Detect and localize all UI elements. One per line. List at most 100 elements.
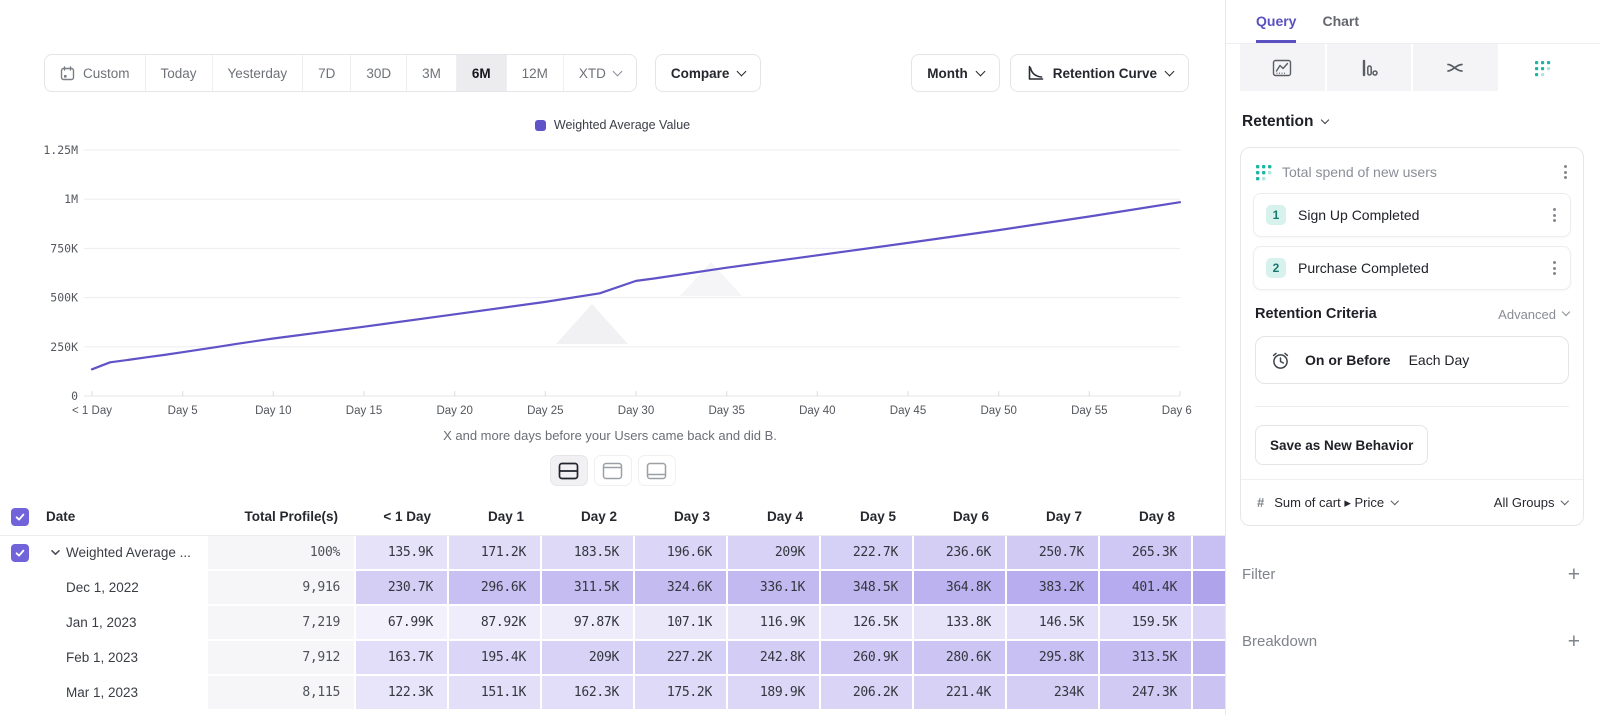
chevron-down-icon: [1560, 497, 1568, 505]
tab-chart[interactable]: Chart: [1322, 0, 1359, 43]
behavior-card: Total spend of new users 1Sign Up Comple…: [1240, 147, 1584, 526]
total-value: 7,912: [302, 650, 340, 665]
range-label: Custom: [83, 66, 130, 81]
tab-query[interactable]: Query: [1256, 0, 1296, 43]
range-button-today[interactable]: Today: [146, 55, 213, 91]
heatmap-cell: 171.2K: [449, 536, 542, 571]
y-tick-label: 1M: [64, 192, 78, 206]
criteria-mode-dropdown[interactable]: Advanced: [1498, 307, 1569, 322]
cell-value: 230.7K: [388, 580, 433, 595]
heatmap-cell: 67.99K: [356, 606, 449, 641]
range-button-6m[interactable]: 6M: [457, 55, 507, 91]
step-label: Purchase Completed: [1298, 260, 1537, 276]
row-checkbox[interactable]: [11, 544, 29, 562]
kebab-menu-icon[interactable]: [1549, 204, 1560, 226]
table-row: Mar 1, 20238,115122.3K151.1K162.3K175.2K…: [0, 676, 1225, 711]
cell-value: 296.6K: [481, 580, 526, 595]
range-button-30d[interactable]: 30D: [351, 55, 407, 91]
chart-style-tile-bar-chart[interactable]: [1327, 44, 1412, 91]
heatmap-cell: 87.92K: [449, 606, 542, 641]
row-date-cell[interactable]: Mar 1, 2023: [42, 676, 208, 711]
y-gridlines: [84, 150, 1180, 396]
kebab-menu-icon[interactable]: [1549, 257, 1560, 279]
view-toggle-split-view[interactable]: [550, 455, 588, 486]
cell-value: 163.7K: [388, 650, 433, 665]
panel-tabs: Query Chart: [1226, 0, 1600, 44]
retention-section-toggle[interactable]: Retention: [1242, 113, 1600, 131]
behavior-steps: 1Sign Up Completed 2Purchase Completed: [1241, 191, 1583, 290]
behavior-title: Total spend of new users: [1282, 164, 1550, 180]
row-date-cell[interactable]: Jan 1, 2023: [42, 606, 208, 641]
retention-condition-row[interactable]: On or Before Each Day: [1255, 336, 1569, 384]
legend-label: Weighted Average Value: [554, 118, 690, 132]
add-breakdown-icon[interactable]: +: [1568, 631, 1580, 652]
heatmap-cell: 222.7K: [821, 536, 914, 571]
heatmap-cell: 183.5K: [542, 536, 635, 571]
view-toggle-bottom-pane-view[interactable]: [638, 455, 676, 486]
range-button-12m[interactable]: 12M: [507, 55, 564, 91]
table-row: Feb 1, 20237,912163.7K195.4K209K227.2K24…: [0, 641, 1225, 676]
heatmap-cell: 189.9K: [728, 676, 821, 711]
range-button-3m[interactable]: 3M: [407, 55, 457, 91]
row-date-cell[interactable]: Weighted Average ...: [42, 536, 208, 571]
granularity-button[interactable]: Month: [911, 54, 999, 92]
heatmap-cell: 162.3K: [542, 676, 635, 711]
expand-chevron-icon[interactable]: [46, 547, 64, 558]
cell-value: 265.3K: [1132, 545, 1177, 560]
chart-type-button[interactable]: Retention Curve: [1010, 54, 1189, 92]
y-tick-label: 500K: [50, 291, 78, 305]
chart-style-tiles: [1240, 44, 1584, 91]
cell-value: 97.87K: [574, 615, 619, 630]
cell-value: 196.6K: [667, 545, 712, 560]
top-pane-view-icon: [602, 462, 623, 480]
heatmap-cell: 265.3K: [1100, 536, 1193, 571]
condition-value: Each Day: [1409, 352, 1470, 368]
row-checkbox-cell: [0, 606, 42, 641]
group-scope-dropdown[interactable]: All Groups: [1494, 495, 1567, 510]
add-filter-icon[interactable]: +: [1568, 564, 1580, 585]
chart-type-label: Retention Curve: [1053, 66, 1157, 81]
save-as-new-behavior-button[interactable]: Save as New Behavior: [1255, 425, 1428, 465]
range-label: Today: [161, 66, 197, 81]
range-button-xtd[interactable]: XTD: [564, 55, 636, 91]
row-checkbox[interactable]: [11, 508, 29, 526]
range-button-7d[interactable]: 7D: [303, 55, 351, 91]
range-button-yesterday[interactable]: Yesterday: [213, 55, 304, 91]
chart-legend: Weighted Average Value: [0, 118, 1225, 132]
row-date-cell[interactable]: Dec 1, 2022: [42, 571, 208, 606]
range-button-custom[interactable]: Custom: [45, 55, 146, 91]
x-tick-label: Day 55: [1071, 405, 1107, 417]
view-toggle-top-pane-view[interactable]: [594, 455, 632, 486]
calendar-icon: [60, 66, 75, 81]
chart-style-tile-flow-chart[interactable]: [1413, 44, 1498, 91]
numeric-property-icon: #: [1257, 495, 1264, 510]
x-tick-label: Day 35: [708, 405, 744, 417]
heatmap-cell: 311.5K: [542, 571, 635, 606]
cell-value: 116.9K: [760, 615, 805, 630]
alarm-clock-icon: [1270, 350, 1291, 371]
clipped-cell: [1193, 676, 1225, 711]
table-header-row: DateTotal Profile(s)< 1 DayDay 1Day 2Day…: [0, 498, 1225, 536]
view-toggle-group: [0, 455, 1225, 486]
chart-style-tile-line-chart[interactable]: [1240, 44, 1325, 91]
behavior-step[interactable]: 1Sign Up Completed: [1253, 193, 1571, 237]
measure-property-dropdown[interactable]: Sum of cart ▸ Price: [1274, 495, 1397, 511]
heatmap-cell: 196.6K: [635, 536, 728, 571]
chevron-down-icon: [1165, 66, 1175, 76]
header-day-column: < 1 Day: [356, 498, 449, 535]
chart-style-tile-retention-grid[interactable]: [1500, 44, 1585, 91]
filter-label: Filter: [1242, 566, 1275, 583]
row-date-cell[interactable]: Feb 1, 2023: [42, 641, 208, 676]
heatmap-cell: 250.7K: [1007, 536, 1100, 571]
total-value: 100%: [310, 545, 340, 560]
row-total-cell: 7,912: [208, 641, 356, 676]
heatmap-cell: 296.6K: [449, 571, 542, 606]
retention-table: DateTotal Profile(s)< 1 DayDay 1Day 2Day…: [0, 498, 1225, 711]
table-row: Weighted Average ...100%135.9K171.2K183.…: [0, 536, 1225, 571]
heatmap-cell: 364.8K: [914, 571, 1007, 606]
kebab-menu-icon[interactable]: [1560, 161, 1571, 183]
table-row: Jan 1, 20237,21967.99K87.92K97.87K107.1K…: [0, 606, 1225, 641]
chevron-down-icon: [1321, 116, 1329, 124]
compare-button[interactable]: Compare: [655, 54, 762, 92]
behavior-step[interactable]: 2Purchase Completed: [1253, 246, 1571, 290]
